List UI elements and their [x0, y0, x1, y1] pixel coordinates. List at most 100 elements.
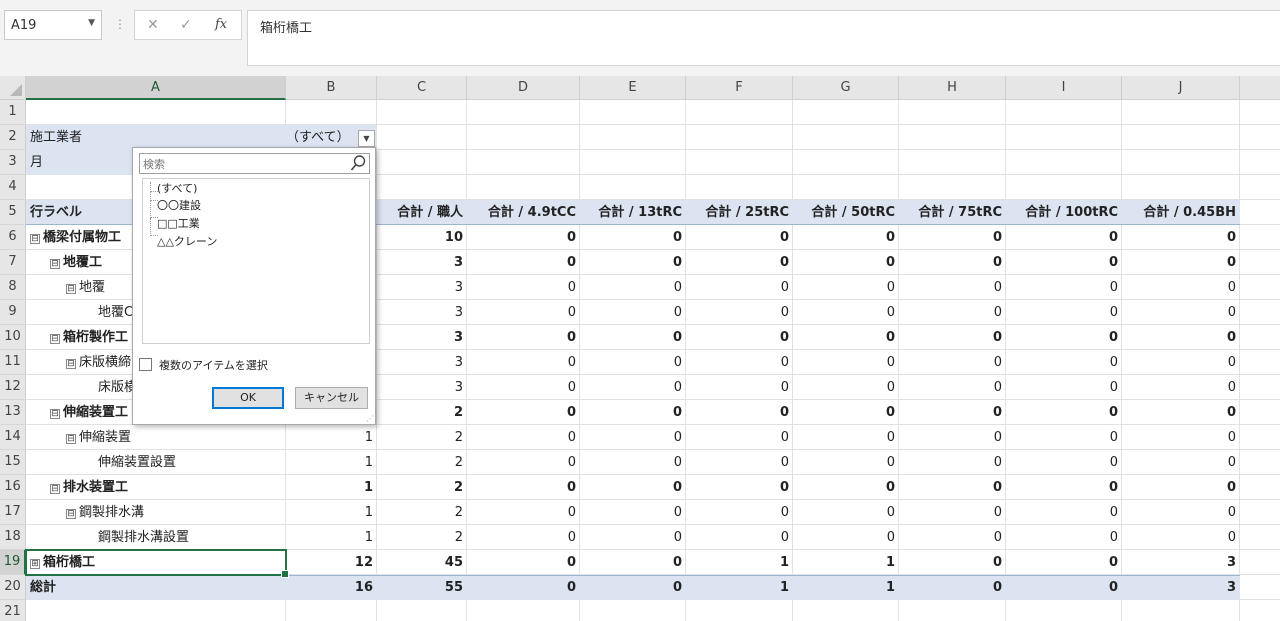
row-header-12[interactable]: 12	[0, 375, 26, 400]
pivot-cell[interactable]: 0	[1006, 250, 1122, 275]
pivot-cell[interactable]: 0	[793, 525, 899, 550]
pivot-cell-B[interactable]: 1	[286, 475, 377, 500]
pivot-cell[interactable]: 0	[1122, 375, 1240, 400]
pivot-cell-C[interactable]: 3	[377, 250, 467, 275]
pivot-cell-C[interactable]: 3	[377, 350, 467, 375]
pivot-cell[interactable]: 0	[899, 225, 1006, 250]
pivot-cell[interactable]: 0	[793, 475, 899, 500]
pivot-cell-C[interactable]: 45	[377, 550, 467, 575]
pivot-cell[interactable]: 0	[1122, 300, 1240, 325]
pivot-cell[interactable]: 0	[1122, 350, 1240, 375]
pivot-cell[interactable]: 0	[793, 275, 899, 300]
pivot-cell[interactable]: 0	[793, 250, 899, 275]
pivot-cell[interactable]: 0	[1122, 475, 1240, 500]
pivot-cell[interactable]: 0	[467, 325, 580, 350]
pivot-cell[interactable]: 0	[793, 400, 899, 425]
pivot-cell[interactable]: 0	[580, 550, 686, 575]
pivot-cell[interactable]: 0	[580, 275, 686, 300]
pivot-cell[interactable]: 3	[1122, 550, 1240, 575]
pivot-cell-C[interactable]: 2	[377, 425, 467, 450]
column-header-H[interactable]: H	[899, 76, 1006, 100]
pivot-cell-C[interactable]: 2	[377, 450, 467, 475]
row-header-2[interactable]: 2	[0, 125, 26, 150]
row-header-17[interactable]: 17	[0, 500, 26, 525]
pivot-row-label[interactable]: ⊟ 箱桁製作工	[50, 325, 128, 350]
pivot-cell[interactable]: 0	[1006, 475, 1122, 500]
row-header-15[interactable]: 15	[0, 450, 26, 475]
pivot-cell[interactable]: 0	[686, 450, 793, 475]
pivot-cell[interactable]: 1	[686, 550, 793, 575]
popup-item-vendor-1[interactable]: 〇〇建設	[157, 197, 201, 213]
pivot-cell[interactable]: 0	[467, 425, 580, 450]
pivot-cell[interactable]: 0	[467, 400, 580, 425]
pivot-cell[interactable]: 0	[580, 525, 686, 550]
pivot-cell[interactable]: 0	[1006, 225, 1122, 250]
pivot-row-label[interactable]: ⊟ 排水装置工	[50, 475, 128, 500]
pivot-row-label[interactable]: ⊟ 床版横締	[66, 350, 131, 375]
pivot-cell[interactable]: 0	[580, 575, 686, 600]
pivot-cell[interactable]: 0	[467, 550, 580, 575]
popup-item-vendor-3[interactable]: △△クレーン	[157, 233, 217, 249]
pivot-cell[interactable]: 0	[580, 350, 686, 375]
pivot-row-label[interactable]: ⊟ 地覆工	[50, 250, 102, 275]
pivot-cell[interactable]: 0	[580, 250, 686, 275]
pivot-cell-B[interactable]: 1	[286, 425, 377, 450]
pivot-cell[interactable]: 0	[899, 475, 1006, 500]
pivot-cell[interactable]: 0	[1122, 275, 1240, 300]
pivot-cell-C[interactable]: 2	[377, 525, 467, 550]
pivot-cell[interactable]: 0	[686, 525, 793, 550]
pivot-cell[interactable]: 0	[686, 275, 793, 300]
pivot-cell[interactable]: 0	[793, 500, 899, 525]
pivot-cell[interactable]: 0	[899, 450, 1006, 475]
pivot-cell-C[interactable]: 55	[377, 575, 467, 600]
collapse-icon[interactable]: ⊟	[50, 334, 60, 344]
pivot-cell[interactable]: 0	[793, 300, 899, 325]
row-header-21[interactable]: 21	[0, 600, 26, 621]
filter-dropdown-button[interactable]: ▼	[358, 130, 375, 147]
pivot-cell[interactable]: 0	[899, 375, 1006, 400]
row-header-10[interactable]: 10	[0, 325, 26, 350]
pivot-cell[interactable]: 0	[1006, 400, 1122, 425]
row-header-19[interactable]: 19	[0, 550, 26, 575]
pivot-cell-C[interactable]: 3	[377, 325, 467, 350]
pivot-cell[interactable]: 0	[1122, 500, 1240, 525]
pivot-cell[interactable]: 0	[1006, 325, 1122, 350]
pivot-cell[interactable]: 0	[467, 450, 580, 475]
pivot-cell[interactable]: 0	[467, 350, 580, 375]
pivot-cell[interactable]: 0	[899, 350, 1006, 375]
pivot-cell[interactable]: 0	[580, 500, 686, 525]
pivot-cell[interactable]: 0	[580, 400, 686, 425]
row-header-1[interactable]: 1	[0, 100, 26, 125]
pivot-cell[interactable]: 0	[580, 225, 686, 250]
select-all-corner[interactable]	[0, 76, 26, 100]
pivot-row-label[interactable]: 地覆C	[98, 300, 133, 325]
pivot-cell[interactable]: 0	[1006, 525, 1122, 550]
pivot-cell-C[interactable]: 3	[377, 275, 467, 300]
formula-input[interactable]: 箱桁橋工	[247, 10, 1280, 66]
pivot-cell[interactable]: 0	[899, 525, 1006, 550]
collapse-icon[interactable]: ⊟	[50, 259, 60, 269]
row-header-20[interactable]: 20	[0, 575, 26, 600]
pivot-cell[interactable]: 0	[686, 375, 793, 400]
pivot-cell[interactable]: 0	[793, 425, 899, 450]
pivot-cell[interactable]: 0	[686, 400, 793, 425]
row-header-16[interactable]: 16	[0, 475, 26, 500]
collapse-icon[interactable]: ⊟	[66, 434, 76, 444]
pivot-cell[interactable]: 0	[899, 425, 1006, 450]
pivot-cell[interactable]: 0	[467, 300, 580, 325]
pivot-cell[interactable]: 0	[467, 225, 580, 250]
pivot-cell[interactable]: 0	[899, 300, 1006, 325]
pivot-cell[interactable]: 1	[686, 575, 793, 600]
pivot-cell[interactable]: 0	[580, 425, 686, 450]
pivot-cell[interactable]: 0	[467, 575, 580, 600]
pivot-cell[interactable]: 0	[1006, 350, 1122, 375]
pivot-cell-B[interactable]: 16	[286, 575, 377, 600]
pivot-cell-C[interactable]: 2	[377, 475, 467, 500]
pivot-cell[interactable]: 0	[1122, 525, 1240, 550]
row-header-5[interactable]: 5	[0, 200, 26, 225]
pivot-cell[interactable]: 0	[1122, 225, 1240, 250]
pivot-cell-B[interactable]: 12	[286, 550, 377, 575]
column-header-E[interactable]: E	[580, 76, 686, 100]
pivot-cell[interactable]: 0	[1122, 400, 1240, 425]
pivot-cell[interactable]: 1	[793, 550, 899, 575]
